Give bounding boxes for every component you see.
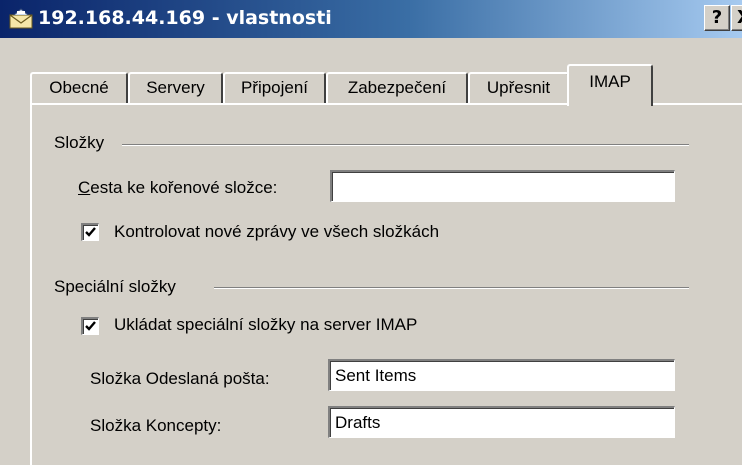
- root-path-label: Cesta ke kořenové složce:: [78, 178, 277, 198]
- help-button[interactable]: ?: [704, 5, 730, 31]
- tab-servery[interactable]: Servery: [128, 72, 223, 104]
- window-title: 192.168.44.169 - vlastnosti: [38, 7, 332, 29]
- tab-strip: Obecné Servery Připojení Zabezpečení Upř…: [0, 62, 742, 106]
- title-bar[interactable]: 192.168.44.169 - vlastnosti ? X: [0, 0, 742, 38]
- tab-upresnit[interactable]: Upřesnit: [468, 72, 569, 104]
- root-path-mnemonic: C: [78, 178, 91, 197]
- group-title-folders: Složky: [54, 133, 105, 152]
- tab-imap[interactable]: IMAP: [567, 64, 653, 106]
- group-title-special-folders: Speciální složky: [54, 277, 176, 296]
- group-divider: [214, 287, 689, 289]
- close-button[interactable]: X: [731, 5, 742, 31]
- tab-pripojeni[interactable]: Připojení: [223, 72, 326, 104]
- check-new-checkbox[interactable]: [81, 223, 99, 241]
- checkmark-icon: [85, 321, 96, 331]
- store-on-server-label[interactable]: Ukládat speciální složky na server IMAP: [114, 315, 417, 335]
- drafts-folder-label: Složka Koncepty:: [90, 416, 222, 435]
- mail-envelope-icon: [8, 6, 34, 32]
- group-divider: [122, 144, 689, 146]
- check-new-label[interactable]: Kontrolovat nové zprávy ve všech složkác…: [114, 222, 439, 242]
- tab-zabezpeceni[interactable]: Zabezpečení: [326, 72, 468, 104]
- drafts-folder-input[interactable]: Drafts: [328, 406, 675, 438]
- sent-folder-input[interactable]: Sent Items: [328, 359, 675, 391]
- root-path-input[interactable]: [330, 170, 675, 202]
- tab-obecne[interactable]: Obecné: [30, 72, 128, 104]
- tab-panel-imap: Složky Cesta ke kořenové složce: Kontrol…: [30, 103, 742, 465]
- checkmark-icon: [85, 227, 96, 237]
- root-path-label-rest: esta ke kořenové složce:: [90, 178, 278, 197]
- store-on-server-checkbox[interactable]: [81, 317, 99, 335]
- sent-folder-label: Složka Odeslaná pošta:: [90, 369, 270, 388]
